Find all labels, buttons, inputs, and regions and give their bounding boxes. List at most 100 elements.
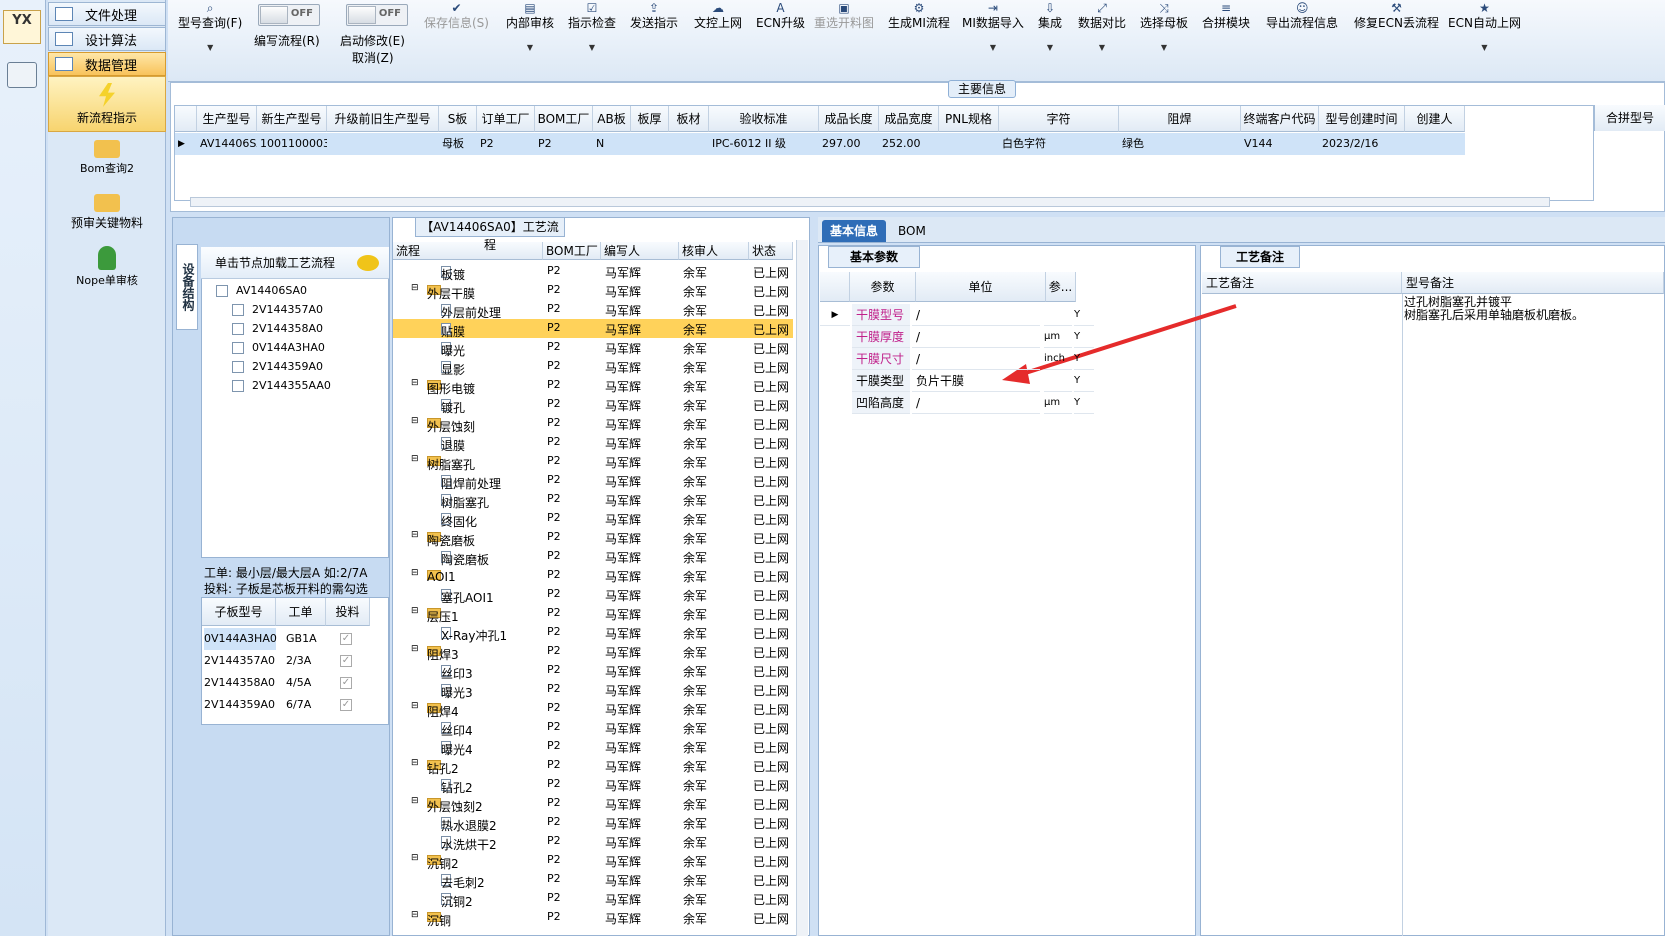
param-item[interactable]: 凹陷高度: [852, 392, 910, 414]
table-cell[interactable]: P2: [535, 133, 593, 155]
collapse-icon[interactable]: ⊟: [411, 416, 419, 426]
tree-node[interactable]: AV14406SA0: [216, 284, 307, 297]
param-flag[interactable]: Y: [1074, 348, 1094, 370]
param-unit[interactable]: μm: [1044, 392, 1072, 414]
process-row[interactable]: 陶瓷磨板 P2 马军辉 余军 已上网: [393, 547, 793, 567]
table-cell[interactable]: 母板: [439, 133, 477, 155]
param-flag[interactable]: Y: [1074, 370, 1094, 392]
column-header[interactable]: 参数: [850, 272, 916, 302]
column-header[interactable]: 订单工厂: [477, 106, 535, 132]
column-header[interactable]: 单位: [916, 272, 1046, 302]
save-info-button[interactable]: ✔ 保存信息(S): [424, 2, 489, 31]
process-row[interactable]: 贴膜 P2 马军辉 余军 已上网: [393, 319, 793, 339]
export-flow-button[interactable]: ☺ 导出流程信息: [1266, 2, 1338, 31]
column-header[interactable]: 状态: [749, 242, 793, 260]
collapse-icon[interactable]: ⊟: [411, 644, 419, 654]
table-cell[interactable]: 2/3A: [286, 650, 311, 672]
column-header[interactable]: 终端客户代码: [1241, 106, 1319, 132]
tab-basic-info[interactable]: 基本信息: [822, 220, 887, 242]
process-row[interactable]: 曝光3 P2 马军辉 余军 已上网: [393, 680, 793, 700]
column-header[interactable]: 核审人: [679, 242, 749, 260]
checkbox-icon[interactable]: [232, 322, 244, 335]
param-unit[interactable]: inch: [1044, 348, 1072, 370]
param-flag[interactable]: Y: [1074, 326, 1094, 348]
table-cell[interactable]: 10011000037779: [257, 133, 327, 155]
nav-item-bom-query[interactable]: Bom查询2: [48, 134, 166, 176]
tree-node[interactable]: 2V144359A0: [232, 360, 323, 373]
param-value[interactable]: /: [912, 392, 1040, 414]
process-row[interactable]: 镀孔 P2 马军辉 余军 已上网: [393, 395, 793, 415]
process-row[interactable]: 陶瓷磨板 ⊟ P2 马军辉 余军 已上网: [393, 528, 793, 548]
column-header[interactable]: 工单: [276, 598, 326, 626]
feed-checkbox[interactable]: ✓: [340, 699, 352, 711]
table-cell[interactable]: 4/5A: [286, 672, 311, 694]
table-cell[interactable]: 2V144357A0: [204, 650, 276, 672]
process-row[interactable]: 沉铜 ⊟ P2 马军辉 余军 已上网: [393, 908, 793, 928]
integrate-button[interactable]: ⇩ 集成 ▼: [1038, 2, 1062, 52]
param-item[interactable]: 干膜厚度: [852, 326, 910, 348]
checkbox-icon[interactable]: [216, 284, 228, 297]
nav-item-new-flow[interactable]: 新流程指示: [48, 76, 166, 132]
column-header[interactable]: 升级前旧生产型号: [327, 106, 439, 132]
param-value[interactable]: /: [912, 348, 1040, 370]
param-unit[interactable]: [1044, 304, 1072, 326]
column-header[interactable]: 子板型号: [202, 598, 276, 626]
process-row[interactable]: 水洗烘干2 P2 马军辉 余军 已上网: [393, 832, 793, 852]
mi-import-button[interactable]: ⇥ MI数据导入 ▼: [962, 2, 1024, 52]
collapse-icon[interactable]: ⊟: [411, 910, 419, 920]
nav-tab-file[interactable]: 文件处理: [48, 2, 166, 26]
process-row[interactable]: 热水退膜2 P2 马军辉 余军 已上网: [393, 813, 793, 833]
nav-tab-design[interactable]: 设计算法: [48, 27, 166, 51]
horizontal-scrollbar[interactable]: [190, 197, 1550, 207]
column-header[interactable]: BOM工厂: [543, 242, 601, 260]
param-flag[interactable]: Y: [1074, 304, 1094, 326]
param-value[interactable]: 负片干膜: [912, 370, 1040, 392]
param-value[interactable]: /: [912, 304, 1040, 326]
column-header[interactable]: 编写人: [601, 242, 679, 260]
collapse-icon[interactable]: ⊟: [411, 853, 419, 863]
column-header[interactable]: PNL规格: [939, 106, 999, 132]
collapse-icon[interactable]: ⊟: [411, 796, 419, 806]
table-cell[interactable]: P2: [477, 133, 535, 155]
collapse-icon[interactable]: ⊟: [411, 606, 419, 616]
process-row[interactable]: X-Ray冲孔1 P2 马军辉 余军 已上网: [393, 623, 793, 643]
column-header[interactable]: 成品长度: [819, 106, 879, 132]
process-row[interactable]: 阻焊4 ⊟ P2 马军辉 余军 已上网: [393, 699, 793, 719]
merge-module-button[interactable]: ≡ 合拼模块: [1202, 2, 1250, 31]
column-header[interactable]: 验收标准: [709, 106, 819, 132]
table-cell[interactable]: [669, 133, 709, 155]
table-cell[interactable]: 2023/2/16: [1319, 133, 1405, 155]
process-row[interactable]: 外层蚀刻2 ⊟ P2 马军辉 余军 已上网: [393, 794, 793, 814]
table-cell[interactable]: 绿色: [1119, 133, 1241, 155]
column-header[interactable]: 生产型号: [197, 106, 257, 132]
process-row[interactable]: 层压1 ⊟ P2 马军辉 余军 已上网: [393, 604, 793, 624]
nav-tab-data[interactable]: 数据管理: [48, 52, 166, 76]
feed-checkbox[interactable]: ✓: [340, 655, 352, 667]
column-header[interactable]: 阻焊: [1119, 106, 1241, 132]
check-instruction-button[interactable]: ☑ 指示检查 ▼: [568, 2, 616, 52]
table-cell[interactable]: 白色字符: [999, 133, 1119, 155]
table-cell[interactable]: [327, 133, 439, 155]
process-row[interactable]: AOI1 ⊟ P2 马军辉 余军 已上网: [393, 566, 793, 585]
process-row[interactable]: 板镀 P2 马军辉 余军 已上网: [393, 262, 793, 282]
collapse-icon[interactable]: ⊟: [411, 454, 419, 464]
process-row[interactable]: 外层前处理 P2 马军辉 余军 已上网: [393, 300, 793, 320]
param-unit[interactable]: [1044, 370, 1072, 392]
table-cell[interactable]: N: [593, 133, 631, 155]
process-row[interactable]: 曝光4 P2 马军辉 余军 已上网: [393, 737, 793, 757]
edit-flow-toggle[interactable]: OFF: [258, 4, 320, 26]
checkbox-icon[interactable]: [232, 360, 244, 373]
process-row[interactable]: 丝印3 P2 马军辉 余军 已上网: [393, 661, 793, 681]
column-header[interactable]: 板厚: [631, 106, 669, 132]
param-unit[interactable]: μm: [1044, 326, 1072, 348]
column-header[interactable]: 型号创建时间: [1319, 106, 1405, 132]
table-cell[interactable]: 0V144A3HA0: [204, 628, 277, 650]
reselect-cut-button[interactable]: ▣ 重选开料图: [814, 2, 874, 31]
start-modify-toggle[interactable]: OFF: [346, 4, 408, 26]
tree-node[interactable]: 0V144A3HA0: [232, 341, 325, 354]
process-row[interactable]: 沉铜2 P2 马军辉 余军 已上网: [393, 889, 793, 909]
process-row[interactable]: 丝印4 P2 马军辉 余军 已上网: [393, 718, 793, 738]
internal-review-button[interactable]: ▤ 内部审核 ▼: [506, 2, 554, 52]
process-row[interactable]: 外层蚀刻 ⊟ P2 马军辉 余军 已上网: [393, 414, 793, 434]
param-value[interactable]: /: [912, 326, 1040, 348]
